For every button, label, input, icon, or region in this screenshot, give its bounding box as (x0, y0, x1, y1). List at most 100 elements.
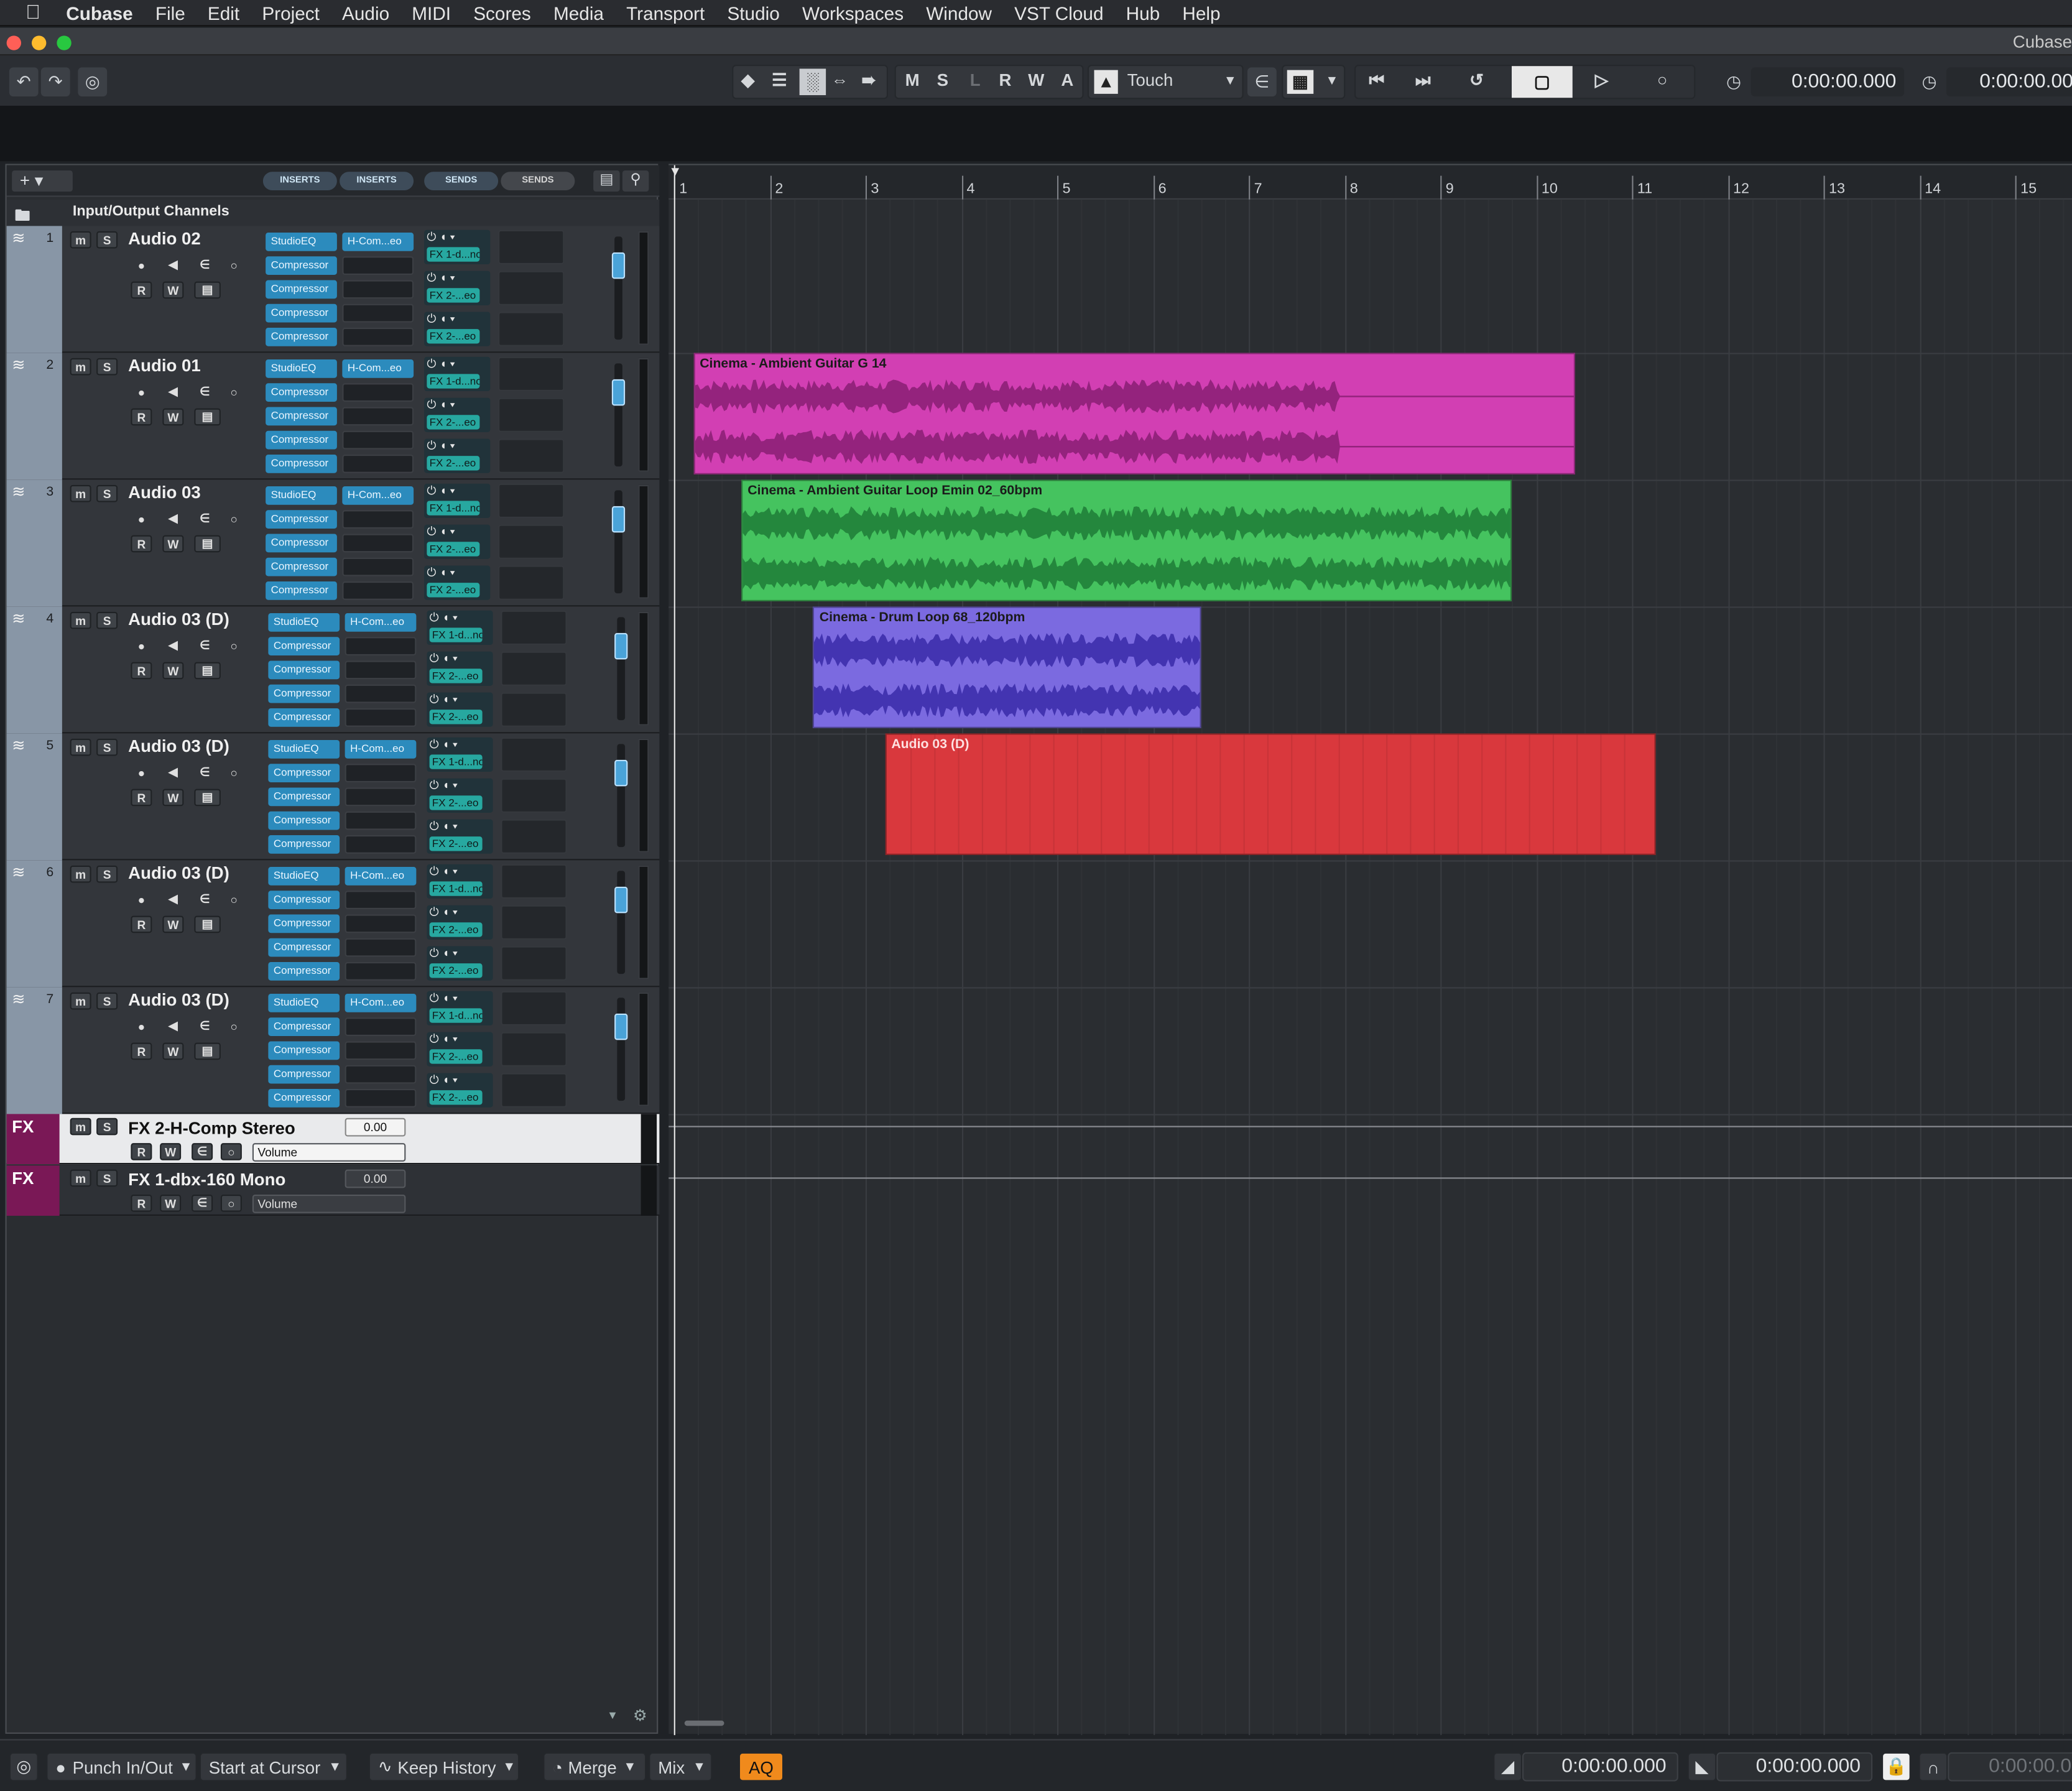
send-destination[interactable]: FX 1-d...no (427, 501, 480, 516)
menu-help[interactable]: Help (1182, 2, 1220, 23)
audio-event[interactable]: Cinema - Drum Loop 68_120bpm (813, 606, 1201, 728)
send-slot[interactable]: ⏻ ◖ ▾ FX 2-...eo (427, 778, 493, 813)
read-all-button[interactable]: R (999, 70, 1012, 90)
fx-channel-track[interactable]: FX m S FX 1-dbx-160 Mono 0.00 R W ∈ ○ Volume (6, 1165, 660, 1216)
send-controls[interactable]: ⏻ ◖ ▾ (427, 693, 493, 709)
track-name[interactable]: Audio 03 (D) (128, 990, 229, 1010)
empty-insert-slot[interactable] (345, 637, 417, 655)
add-track-button[interactable]: + ▾ (12, 170, 73, 192)
right-locator-time[interactable]: 0:00:00.000 (1716, 1752, 1873, 1782)
volume-fader-handle[interactable] (611, 506, 626, 533)
redo-button[interactable]: ↷ (40, 67, 70, 97)
menu-vst-cloud[interactable]: VST Cloud (1014, 2, 1103, 23)
punch-in-out-select[interactable]: ● Punch In/Out ▼ (46, 1752, 197, 1782)
audio-track[interactable]: ≋ 4 m S Audio 03 (D) ● ◀ ∈ ○ R W ▤ StudioEQ Compresso… (6, 606, 660, 734)
volume-value[interactable]: 0.00 (345, 1118, 406, 1137)
audio-track[interactable]: ≋ 5 m S Audio 03 (D) ● ◀ ∈ ○ R W ▤ StudioEQ Compresso… (6, 733, 660, 861)
menu-media[interactable]: Media (553, 2, 604, 23)
send-slot[interactable]: ⏻ ◖ ▾ FX 2-...eo (427, 692, 493, 727)
write-automation-button[interactable]: W (162, 408, 184, 426)
send-slot[interactable]: ⏻ ◖ ▾ FX 2-...eo (427, 819, 493, 854)
send-level-box[interactable] (498, 229, 565, 264)
insert-slot[interactable]: Compressor (268, 637, 340, 655)
send-level-box[interactable] (501, 991, 567, 1025)
send-destination[interactable]: FX 1-d...no (429, 1008, 483, 1023)
insert-slot[interactable]: Compressor (268, 787, 340, 807)
keep-history-select[interactable]: ∿ Keep History ▼ (368, 1752, 520, 1782)
insert-slot[interactable]: Compressor (266, 581, 337, 600)
send-slot[interactable]: ⏻ ◖ ▾ FX 2-...eo (427, 1032, 493, 1067)
send-level-box[interactable] (501, 610, 567, 645)
automation-parameter[interactable]: Volume (252, 1195, 406, 1213)
forward-icon[interactable]: ➠ (862, 70, 876, 91)
send-controls[interactable]: ⏻ ◖ ▾ (427, 738, 493, 754)
search-icon[interactable]: ⚲ (622, 170, 649, 192)
volume-fader-handle[interactable] (614, 759, 628, 787)
send-slot[interactable]: ⏻ ◖ ▾ FX 2-...eo (424, 397, 491, 432)
empty-insert-slot[interactable] (342, 430, 414, 450)
menu-midi[interactable]: MIDI (412, 2, 451, 23)
send-slot[interactable]: ⏻ ◖ ▾ FX 2-...eo (424, 565, 491, 600)
mute-all-button[interactable]: M (905, 70, 920, 90)
send-slot[interactable]: ⏻ ◖ ▾ FX 1-d...no (424, 356, 491, 391)
read-automation-button[interactable]: R (131, 1143, 152, 1160)
track-name[interactable]: Audio 03 (D) (128, 863, 229, 883)
lock-track-icon[interactable]: ○ (220, 1143, 242, 1160)
empty-insert-slot[interactable] (342, 407, 414, 426)
lock-icon[interactable]: 🔒 (1882, 1752, 1911, 1782)
monitor-icon[interactable]: ◀ (162, 637, 183, 654)
object-selection-icon[interactable]: ◆ (741, 70, 754, 91)
show-lanes-icon[interactable]: ▤ (194, 1042, 221, 1060)
audio-event[interactable]: Cinema - Ambient Guitar Loop Emin 02_60b… (741, 479, 1512, 601)
mute-button[interactable]: m (70, 358, 91, 376)
minimize-window-button[interactable] (32, 35, 47, 50)
insert-slot-2[interactable]: H-Com...eo (342, 359, 414, 378)
send-controls[interactable]: ⏻ ◖ ▾ (424, 357, 490, 373)
volume-fader-handle[interactable] (614, 886, 628, 914)
mute-button[interactable]: m (70, 865, 91, 883)
suspend-read-button[interactable]: ∈ (1247, 67, 1277, 97)
send-level-box[interactable] (498, 271, 565, 305)
send-level-box[interactable] (501, 1032, 567, 1067)
track-name[interactable]: Audio 03 (D) (128, 736, 229, 756)
monitor-icon[interactable]: ◀ (162, 510, 183, 527)
send-controls[interactable]: ⏻ ◖ ▾ (424, 439, 490, 455)
send-slot[interactable]: ⏻ ◖ ▾ FX 1-d...no (427, 737, 493, 772)
tab-sends-2[interactable]: SENDS (501, 172, 575, 190)
audio-track[interactable]: ≋ 1 m S Audio 02 ● ◀ ∈ ○ R W ▤ StudioEQ Compressor Com… (6, 226, 660, 353)
send-slot[interactable]: ⏻ ◖ ▾ FX 1-d...no (427, 610, 493, 645)
audio-track[interactable]: ≋ 2 m S Audio 01 ● ◀ ∈ ○ R W ▤ StudioEQ Compressor Com… (6, 353, 660, 480)
mute-button[interactable]: m (70, 992, 91, 1010)
range-icon[interactable]: ⇔ (831, 70, 849, 90)
send-level-box[interactable] (498, 483, 565, 518)
solo-button[interactable]: S (96, 738, 118, 756)
record-enable-icon[interactable]: ● (131, 764, 152, 781)
empty-insert-slot[interactable] (345, 835, 417, 854)
empty-insert-slot[interactable] (342, 455, 414, 473)
send-level-box[interactable] (501, 905, 567, 940)
edit-channel-icon[interactable]: ∈ (194, 764, 215, 781)
show-lanes-icon[interactable]: ▤ (194, 662, 221, 680)
read-automation-button[interactable]: R (131, 408, 152, 426)
edit-channel-icon[interactable]: ∈ (194, 256, 215, 274)
send-destination[interactable]: FX 2-...eo (429, 963, 483, 978)
insert-slot-2[interactable]: H-Com...eo (345, 867, 417, 886)
send-destination[interactable]: FX 1-d...no (429, 627, 483, 642)
insert-slot[interactable]: Compressor (268, 1089, 340, 1108)
insert-slot[interactable]: StudioEQ (266, 486, 337, 505)
write-automation-button[interactable]: W (162, 789, 184, 807)
menu-edit[interactable]: Edit (208, 2, 239, 23)
menu-project[interactable]: Project (262, 2, 320, 23)
write-automation-button[interactable]: W (160, 1143, 182, 1160)
empty-insert-slot[interactable] (345, 1041, 417, 1060)
send-controls[interactable]: ⏻ ◖ ▾ (424, 484, 490, 500)
read-automation-button[interactable]: R (131, 662, 152, 680)
constrain-delay-button[interactable]: ◎ (78, 67, 108, 97)
write-automation-button[interactable]: W (162, 535, 184, 553)
send-slot[interactable]: ⏻ ◖ ▾ FX 2-...eo (427, 651, 493, 686)
insert-slot[interactable]: StudioEQ (268, 613, 340, 632)
insert-slot[interactable]: Compressor (266, 430, 337, 450)
record-button[interactable]: ○ (1657, 70, 1668, 90)
time-display-icon[interactable]: ◷ (1719, 67, 1749, 96)
volume-fader-handle[interactable] (611, 379, 626, 406)
